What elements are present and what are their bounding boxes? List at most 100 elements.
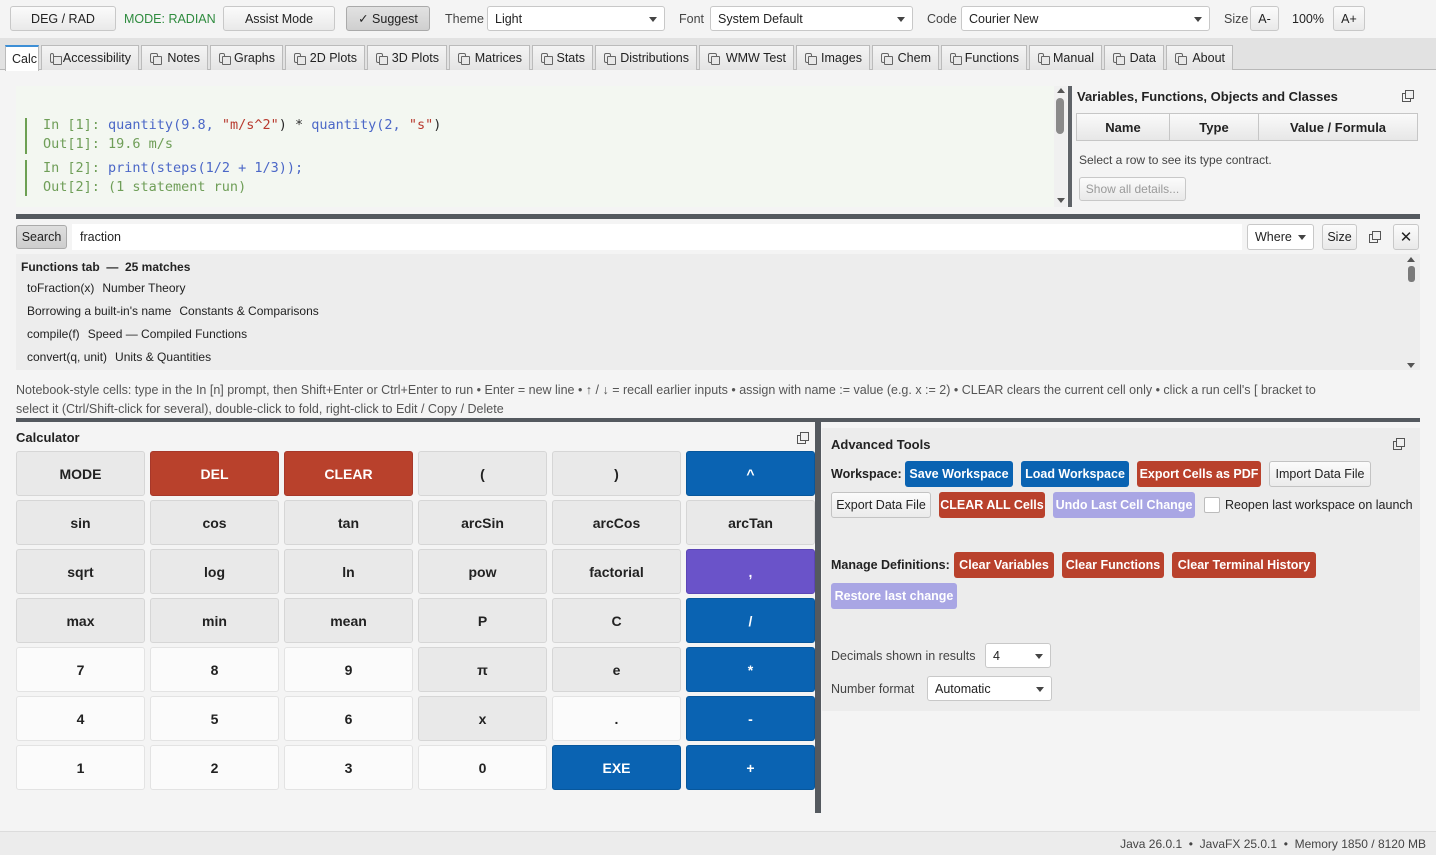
key-7-button[interactable]: 7: [16, 647, 145, 692]
key-8-button[interactable]: 8: [150, 647, 279, 692]
clear-functions-button[interactable]: Clear Functions: [1062, 552, 1164, 578]
key-max-button[interactable]: max: [16, 598, 145, 643]
reopen-workspace-checkbox[interactable]: [1204, 497, 1220, 513]
key-3-button[interactable]: 3: [284, 745, 413, 790]
detach-icon[interactable]: [1402, 90, 1414, 102]
clear-terminal-history-button[interactable]: Clear Terminal History: [1172, 552, 1316, 578]
undo-last-cell-change-button[interactable]: Undo Last Cell Change: [1053, 492, 1195, 518]
show-all-details-button[interactable]: Show all details...: [1079, 177, 1186, 201]
key-9-button[interactable]: 9: [284, 647, 413, 692]
tab-data[interactable]: Data: [1104, 45, 1164, 70]
tab-manual[interactable]: Manual: [1029, 45, 1102, 70]
tab-accessibility[interactable]: Accessibility: [41, 45, 139, 70]
clear-variables-button[interactable]: Clear Variables: [954, 552, 1054, 578]
horizontal-splitter[interactable]: [16, 214, 1420, 219]
font-size-increase-button[interactable]: A+: [1333, 6, 1365, 31]
key-mean-button[interactable]: mean: [284, 598, 413, 643]
theme-select[interactable]: Light: [487, 6, 665, 31]
tab-notes[interactable]: Notes: [141, 45, 208, 70]
split-divider[interactable]: [1068, 86, 1072, 207]
key-0-button[interactable]: 0: [418, 745, 547, 790]
key-tan-button[interactable]: tan: [284, 500, 413, 545]
key-power-button[interactable]: ^: [686, 451, 815, 496]
key-ln-button[interactable]: ln: [284, 549, 413, 594]
key-2-button[interactable]: 2: [150, 745, 279, 790]
scrollbar-thumb[interactable]: [1408, 266, 1415, 282]
search-where-select[interactable]: Where: [1247, 224, 1314, 250]
deg-rad-toggle-button[interactable]: DEG / RAD: [10, 6, 116, 31]
column-header-type[interactable]: Type: [1169, 113, 1259, 141]
tab-distributions[interactable]: Distributions: [595, 45, 697, 70]
list-item[interactable]: compile(f) Speed — Compiled Functions: [27, 327, 255, 341]
cell-bracket[interactable]: [25, 160, 27, 196]
tab-stats[interactable]: Stats: [532, 45, 593, 70]
notebook-scrollbar[interactable]: [1054, 86, 1067, 207]
column-header-value[interactable]: Value / Formula: [1258, 113, 1418, 141]
load-workspace-button[interactable]: Load Workspace: [1021, 461, 1129, 487]
vertical-splitter[interactable]: [815, 422, 821, 813]
key-log-button[interactable]: log: [150, 549, 279, 594]
key-subtract-button[interactable]: -: [686, 696, 815, 741]
key-1-button[interactable]: 1: [16, 745, 145, 790]
key-arccos-button[interactable]: arcCos: [552, 500, 681, 545]
scrollbar-thumb[interactable]: [1056, 98, 1064, 134]
key-e-button[interactable]: e: [552, 647, 681, 692]
key-cos-button[interactable]: cos: [150, 500, 279, 545]
key-sqrt-button[interactable]: sqrt: [16, 549, 145, 594]
key-min-button[interactable]: min: [150, 598, 279, 643]
key-5-button[interactable]: 5: [150, 696, 279, 741]
search-button[interactable]: Search: [16, 225, 67, 249]
list-item[interactable]: toFraction(x) Number Theory: [27, 281, 194, 295]
tab-2d-plots[interactable]: 2D Plots: [285, 45, 365, 70]
key-pi-button[interactable]: π: [418, 647, 547, 692]
key-4-button[interactable]: 4: [16, 696, 145, 741]
key-close-paren-button[interactable]: ): [552, 451, 681, 496]
key-factorial-button[interactable]: factorial: [552, 549, 681, 594]
horizontal-splitter[interactable]: [16, 418, 1420, 422]
tab-images[interactable]: Images: [796, 45, 870, 70]
assist-mode-button[interactable]: Assist Mode: [223, 6, 335, 31]
scroll-up-icon[interactable]: [1407, 257, 1415, 262]
font-size-decrease-button[interactable]: A-: [1250, 6, 1279, 31]
key-add-button[interactable]: +: [686, 745, 815, 790]
code-font-select[interactable]: Courier New: [961, 6, 1210, 31]
search-input[interactable]: fraction: [72, 224, 1242, 250]
cell-bracket[interactable]: [25, 118, 27, 154]
export-cells-pdf-button[interactable]: Export Cells as PDF: [1137, 461, 1261, 487]
key-comma-button[interactable]: ,: [686, 549, 815, 594]
tab-functions[interactable]: Functions: [941, 45, 1027, 70]
scroll-down-icon[interactable]: [1407, 363, 1415, 368]
suggest-toggle-button[interactable]: ✓ Suggest: [346, 6, 430, 31]
tab-graphs[interactable]: Graphs: [210, 45, 283, 70]
close-search-button[interactable]: ✕: [1393, 224, 1419, 250]
scroll-down-icon[interactable]: [1057, 198, 1065, 203]
tab-chem[interactable]: Chem: [872, 45, 939, 70]
key-sin-button[interactable]: sin: [16, 500, 145, 545]
notebook-editor[interactable]: In [1]: quantity(9.8, "m/s^2") * quantit…: [16, 86, 1054, 207]
detach-icon[interactable]: [797, 432, 809, 444]
input-cell-1[interactable]: In [1]: quantity(9.8, "m/s^2") * quantit…: [43, 117, 441, 133]
column-header-name[interactable]: Name: [1076, 113, 1170, 141]
save-workspace-button[interactable]: Save Workspace: [905, 461, 1013, 487]
key-divide-button[interactable]: /: [686, 598, 815, 643]
font-select[interactable]: System Default: [710, 6, 913, 31]
tab-matrices[interactable]: Matrices: [449, 45, 530, 70]
key-arctan-button[interactable]: arcTan: [686, 500, 815, 545]
key-c-button[interactable]: C: [552, 598, 681, 643]
key-arcsin-button[interactable]: arcSin: [418, 500, 547, 545]
import-data-file-button[interactable]: Import Data File: [1269, 461, 1371, 487]
key-6-button[interactable]: 6: [284, 696, 413, 741]
detach-icon[interactable]: [1393, 438, 1405, 450]
key-clear-button[interactable]: CLEAR: [284, 451, 413, 496]
key-open-paren-button[interactable]: (: [418, 451, 547, 496]
search-size-button[interactable]: Size: [1322, 224, 1357, 250]
export-data-file-button[interactable]: Export Data File: [831, 492, 931, 518]
key-exe-button[interactable]: EXE: [552, 745, 681, 790]
tab-calc[interactable]: Calc: [5, 45, 39, 71]
key-x-button[interactable]: x: [418, 696, 547, 741]
tab-about[interactable]: About: [1166, 45, 1233, 70]
input-cell-2[interactable]: In [2]: print(steps(1/2 + 1/3));: [43, 160, 303, 176]
restore-last-change-button[interactable]: Restore last change: [831, 583, 957, 609]
key-mode-button[interactable]: MODE: [16, 451, 145, 496]
key-multiply-button[interactable]: *: [686, 647, 815, 692]
